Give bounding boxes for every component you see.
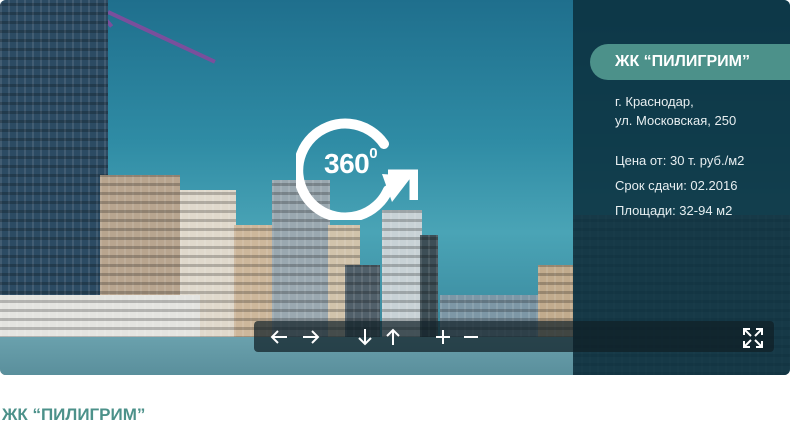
complex-title-tag[interactable]: ЖК “ПИЛИГРИМ”: [590, 44, 790, 80]
arrow-right-icon[interactable]: [298, 324, 324, 350]
plus-icon[interactable]: [430, 324, 456, 350]
area-text: Площади: 32-94 м2: [615, 203, 733, 218]
fullscreen-icon[interactable]: [740, 324, 766, 350]
panorama-360-label: 3600: [324, 145, 378, 179]
crane-boom: [107, 10, 216, 64]
address-city: г. Краснодар,: [615, 94, 694, 109]
price-text: Цена от: 30 т. руб./м2: [615, 153, 745, 168]
arrow-down-icon[interactable]: [352, 324, 378, 350]
property-facts: Цена от: 30 т. руб./м2 Срок сдачи: 02.20…: [615, 148, 744, 223]
address-street: ул. Московская, 250: [615, 113, 737, 128]
panorama-controls: [254, 321, 774, 352]
minus-icon[interactable]: [458, 324, 484, 350]
info-panel: ЖК “ПИЛИГРИМ” г. Краснодар, ул. Московск…: [573, 0, 790, 375]
arrow-left-icon[interactable]: [266, 324, 292, 350]
panorama-360-badge[interactable]: 3600: [293, 116, 419, 223]
address: г. Краснодар, ул. Московская, 250: [615, 92, 736, 130]
deadline-text: Срок сдачи: 02.2016: [615, 178, 738, 193]
panorama-viewer[interactable]: 3600 ЖК “ПИЛИГРИМ” г. Краснодар, ул. Мос…: [0, 0, 790, 375]
page-title: ЖК “ПИЛИГРИМ”: [2, 405, 146, 424]
arrow-up-icon[interactable]: [380, 324, 406, 350]
